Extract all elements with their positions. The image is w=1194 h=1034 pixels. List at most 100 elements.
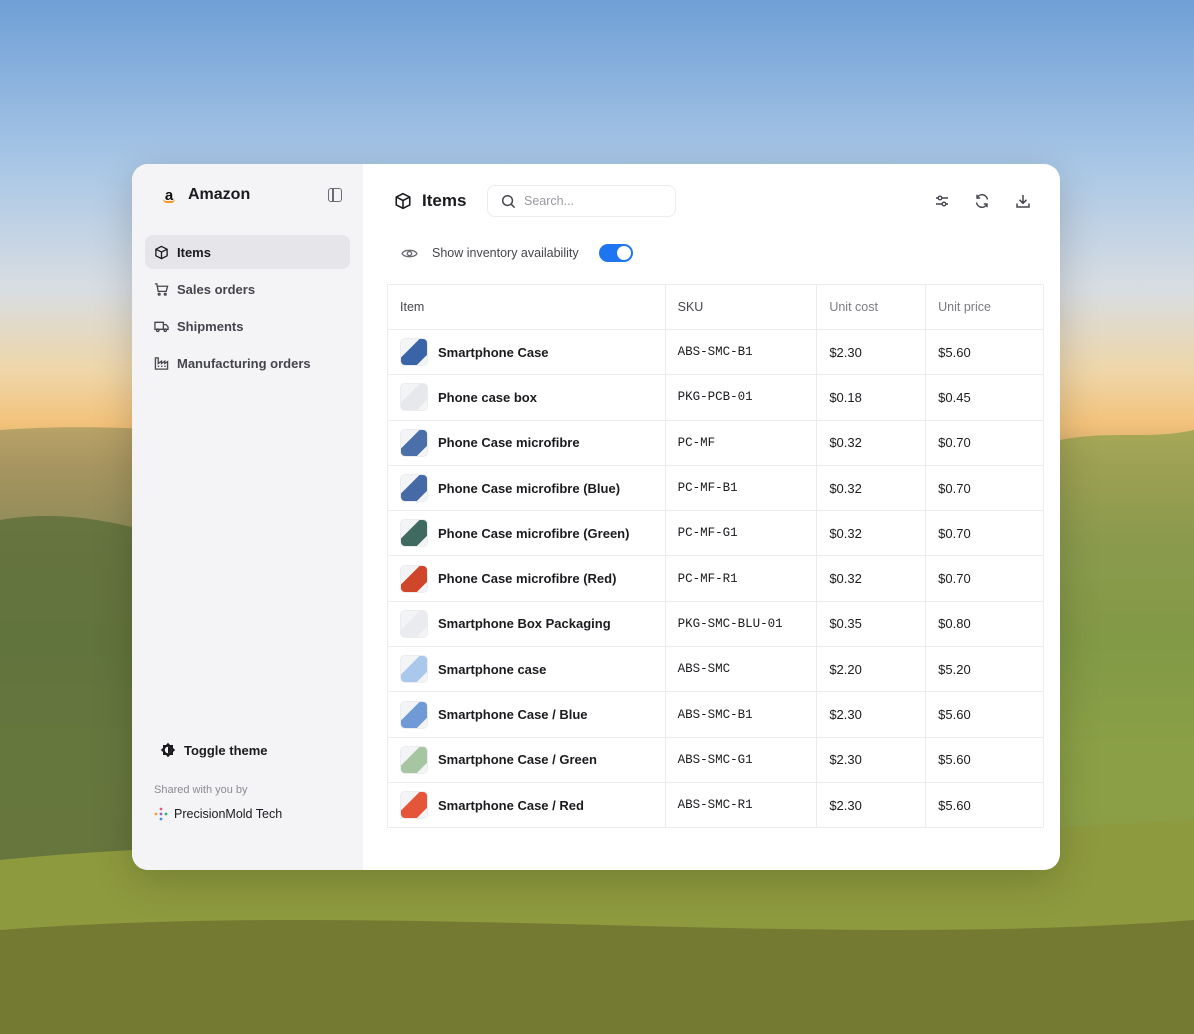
item-thumbnail-image	[400, 609, 428, 638]
sliders-icon	[936, 195, 948, 207]
item-name: Smartphone case	[438, 661, 547, 677]
page-title-text: Items	[422, 191, 467, 210]
unit-price-cell: $0.80	[925, 600, 1044, 648]
shared-org[interactable]: PrecisionMold Tech	[154, 807, 282, 821]
item-thumbnail-image	[400, 338, 428, 367]
unit-cost-cell: $2.30	[816, 736, 927, 783]
unit-cost-cell: $0.35	[816, 600, 927, 648]
box-icon	[155, 245, 168, 259]
item-thumbnail-image	[400, 655, 428, 684]
sidebar-item-manufacturing-orders[interactable]: Manufacturing orders	[145, 346, 350, 380]
item-name: Phone Case microfibre (Red)	[438, 571, 617, 587]
item-thumbnail-image	[400, 428, 428, 457]
item-cell[interactable]: Smartphone case	[387, 646, 666, 693]
item-thumbnail-image	[400, 383, 428, 412]
sidebar-toggle-icon[interactable]	[328, 188, 342, 202]
column-header-sku[interactable]: SKU	[664, 284, 818, 330]
table-header-row: Item SKU Unit cost Unit price	[387, 284, 1044, 330]
sidebar-nav: Items Sales orders Shipments Manufacturi…	[145, 235, 350, 383]
box-icon	[395, 192, 411, 210]
item-cell[interactable]: Phone Case microfibre	[387, 419, 666, 466]
table-row[interactable]: Phone Case microfibre (Red) PC-MF-R1 $0.32…	[387, 555, 1044, 602]
item-cell[interactable]: Smartphone Case / Green	[387, 736, 666, 783]
inventory-availability-label: Show inventory availability	[432, 246, 579, 260]
column-header-unit-price[interactable]: Unit price	[925, 284, 1044, 330]
unit-cost-cell: $2.30	[816, 691, 927, 738]
table-row[interactable]: Smartphone Case / Red ABS-SMC-R1 $2.30 $5.6…	[387, 781, 1044, 829]
unit-price-cell: $0.70	[925, 419, 1044, 466]
unit-cost-cell: $2.20	[816, 646, 927, 693]
cart-icon	[154, 282, 169, 296]
item-thumbnail-image	[400, 700, 428, 729]
items-table: Item SKU Unit cost Unit price Smartphone…	[387, 284, 1044, 829]
table-row[interactable]: Phone Case microfibre (Green) PC-MF-G1 $0.…	[387, 510, 1044, 557]
item-name: Smartphone Case / Blue	[438, 707, 588, 723]
item-name: Phone Case microfibre (Blue)	[438, 480, 621, 496]
sidebar-item-label: Manufacturing orders	[177, 355, 311, 371]
table-row[interactable]: Smartphone Case / Green ABS-SMC-G1 $2.30 $5…	[387, 736, 1044, 783]
table-row[interactable]: Phone Case microfibre (Blue) PC-MF-B1 $0.3…	[387, 464, 1044, 512]
sku-cell: PC-MF	[664, 419, 818, 466]
search-box[interactable]	[487, 185, 676, 217]
unit-price-cell: $5.60	[925, 736, 1044, 783]
table-row[interactable]: Smartphone Case ABS-SMC-B1 $2.30 $5.60	[387, 328, 1044, 376]
sidebar-item-label: Shipments	[177, 318, 244, 334]
filter-button[interactable]	[932, 191, 952, 211]
refresh-button[interactable]	[972, 191, 992, 211]
sidebar-item-sales-orders[interactable]: Sales orders	[145, 272, 350, 306]
download-icon	[1016, 195, 1030, 208]
toggle-theme-label: Toggle theme	[184, 742, 268, 758]
table-row[interactable]: Smartphone case ABS-SMC $2.20 $5.20	[387, 646, 1044, 693]
table-row[interactable]: Smartphone Case / Blue ABS-SMC-B1 $2.30 $5.…	[387, 691, 1044, 738]
sku-cell: ABS-SMC-B1	[664, 691, 818, 738]
sku-cell: PC-MF-B1	[664, 464, 818, 512]
item-cell[interactable]: Smartphone Case / Red	[387, 781, 666, 829]
search-input[interactable]	[524, 194, 654, 208]
item-cell[interactable]: Smartphone Case / Blue	[387, 691, 666, 738]
org-logo-icon	[154, 807, 168, 821]
item-cell[interactable]: Smartphone Box Packaging	[387, 600, 666, 648]
unit-cost-cell: $0.32	[816, 510, 927, 557]
item-name: Phone Case microfibre	[438, 435, 580, 451]
unit-cost-cell: $2.30	[816, 328, 927, 376]
item-cell[interactable]: Phone Case microfibre (Blue)	[387, 464, 666, 512]
refresh-icon	[975, 194, 989, 208]
unit-cost-cell: $0.32	[816, 419, 927, 466]
download-button[interactable]	[1013, 191, 1033, 211]
unit-price-cell: $0.70	[925, 555, 1044, 602]
item-name: Smartphone Case	[438, 344, 549, 360]
item-thumbnail-image	[400, 519, 428, 548]
table-row[interactable]: Phone case box PKG-PCB-01 $0.18 $0.45	[387, 374, 1044, 421]
item-cell[interactable]: Phone Case microfibre (Green)	[387, 510, 666, 557]
unit-cost-cell: $0.32	[816, 555, 927, 602]
unit-price-cell: $0.45	[925, 374, 1044, 421]
sku-cell: ABS-SMC-R1	[664, 781, 818, 829]
sidebar-item-shipments[interactable]: Shipments	[145, 309, 350, 343]
unit-price-cell: $0.70	[925, 464, 1044, 512]
toggle-theme-button[interactable]: Toggle theme	[160, 742, 268, 758]
column-header-item[interactable]: Item	[387, 284, 666, 330]
item-name: Smartphone Case / Green	[438, 752, 597, 768]
item-name: Smartphone Case / Red	[438, 797, 584, 813]
item-cell[interactable]: Smartphone Case	[387, 328, 666, 376]
unit-cost-cell: $0.32	[816, 464, 927, 512]
brand-name: Amazon	[188, 186, 251, 203]
item-name: Smartphone Box Packaging	[438, 616, 611, 632]
item-cell[interactable]: Phone Case microfibre (Red)	[387, 555, 666, 602]
inventory-availability-toggle[interactable]	[598, 244, 633, 262]
item-thumbnail-image	[400, 791, 428, 820]
unit-price-cell: $5.60	[925, 328, 1044, 376]
table-row[interactable]: Smartphone Box Packaging PKG-SMC-BLU-01 $0…	[387, 600, 1044, 648]
table-row[interactable]: Phone Case microfibre PC-MF $0.32 $0.70	[387, 419, 1044, 466]
item-thumbnail-image	[400, 474, 428, 503]
sidebar-item-label: Sales orders	[177, 281, 256, 297]
item-name: Phone case box	[438, 389, 537, 405]
inventory-availability-row: Show inventory availability	[401, 244, 633, 262]
sku-cell: PC-MF-G1	[664, 510, 818, 557]
sku-cell: PKG-SMC-BLU-01	[664, 600, 818, 648]
column-header-unit-cost[interactable]: Unit cost	[816, 284, 927, 330]
sidebar-item-items[interactable]: Items	[145, 235, 350, 269]
item-cell[interactable]: Phone case box	[387, 374, 666, 421]
app-window: a Amazon Items Sales orders Shipments Ma…	[132, 164, 1060, 870]
brand[interactable]: a Amazon	[160, 186, 250, 204]
